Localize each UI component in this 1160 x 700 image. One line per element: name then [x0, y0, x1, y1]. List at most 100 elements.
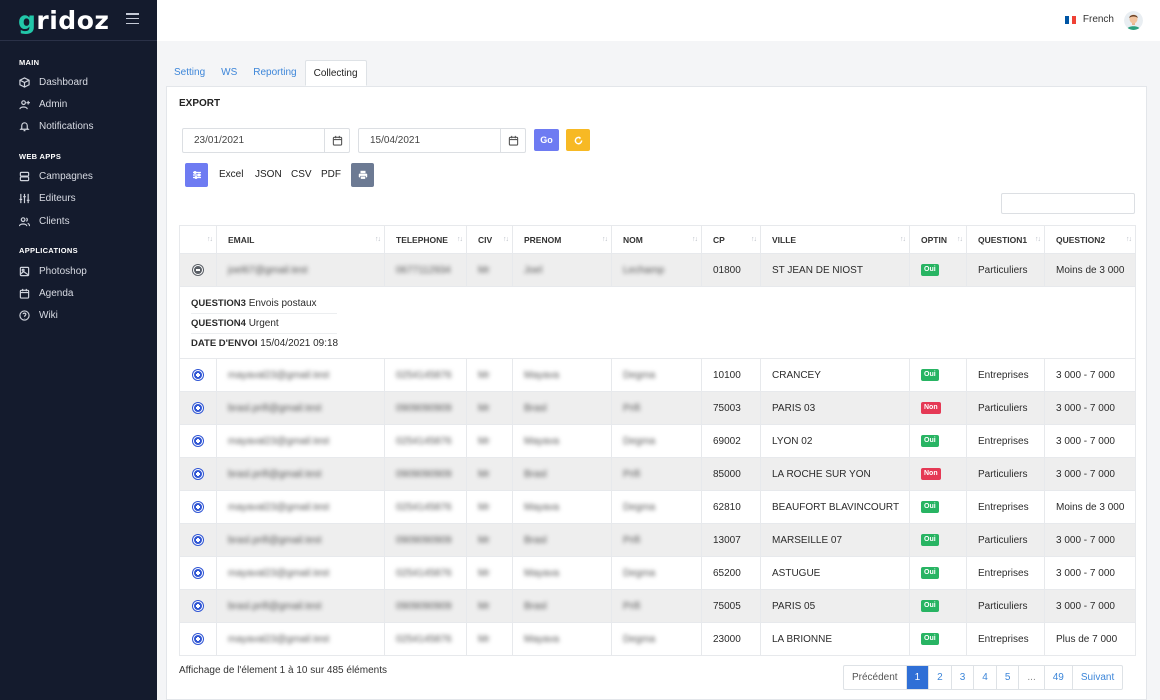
detail-line: QUESTION4 Urgent	[191, 314, 337, 334]
cell-question2: 3 000 - 7 000	[1044, 457, 1136, 491]
cell-nom: Prifi	[611, 589, 702, 623]
printer-icon	[358, 170, 367, 180]
expand-row-icon[interactable]	[193, 369, 203, 380]
cell-email: mayaval23@gmail.test	[216, 424, 385, 458]
expand-row-icon[interactable]	[193, 534, 203, 545]
cell-email: joel67@gmail.test	[216, 253, 385, 287]
export-excel-button[interactable]: Excel	[219, 169, 243, 180]
sidebar-item-agenda[interactable]: Agenda	[19, 285, 73, 301]
date-to-calendar-button[interactable]	[500, 129, 525, 152]
cell-telephone: 0254145876	[384, 490, 467, 524]
pagination-page-2[interactable]: 2	[928, 666, 951, 689]
expand-row-icon[interactable]	[193, 633, 203, 644]
cell-question1: Entreprises	[966, 490, 1045, 524]
column-header-question2[interactable]: QUESTION2 ↑↓	[1044, 225, 1136, 254]
column-header-nom[interactable]: NOM ↑↓	[611, 225, 702, 254]
sort-icon: ↑↓	[751, 236, 757, 243]
expand-row-icon[interactable]	[193, 435, 203, 446]
app-logo[interactable]: gridoz	[18, 6, 109, 35]
column-header-civ[interactable]: CIV ↑↓	[466, 225, 513, 254]
help-circle-icon	[19, 309, 30, 321]
pagination-page-5[interactable]: 5	[995, 666, 1019, 689]
tab-setting[interactable]: Setting	[166, 60, 213, 86]
menu-toggle-icon[interactable]	[126, 13, 139, 25]
sidebar-item-notifications[interactable]: Notifications	[19, 118, 93, 134]
tab-collecting[interactable]: Collecting	[304, 60, 367, 86]
cell-ville: MARSEILLE 07	[760, 523, 910, 557]
table-search-input[interactable]	[1001, 193, 1135, 214]
refresh-button[interactable]	[566, 129, 590, 151]
table-row: mayaval23@gmail.test 0254145876 Mr Mayava De…	[179, 358, 1136, 392]
pagination-page-3[interactable]: 3	[950, 666, 974, 689]
date-from-calendar-button[interactable]	[324, 129, 349, 152]
row-control-cell	[179, 589, 217, 623]
cell-ville: LA BRIONNE	[760, 622, 910, 656]
pagination-previous[interactable]: Précédent	[844, 666, 906, 689]
cell-question2: Moins de 3 000	[1044, 490, 1136, 524]
expand-row-icon[interactable]	[193, 501, 203, 512]
date-from-group	[182, 128, 350, 153]
cell-prenom: Mayava	[512, 490, 612, 524]
pagination-page-4[interactable]: 4	[973, 666, 996, 689]
sidebar-item-clients[interactable]: Clients	[19, 213, 70, 229]
cell-question2: 3 000 - 7 000	[1044, 391, 1136, 425]
cell-question2: 3 000 - 7 000	[1044, 424, 1136, 458]
go-button[interactable]: Go	[534, 129, 559, 151]
sidebar-item-admin[interactable]: Admin	[19, 96, 67, 112]
cell-question2: 3 000 - 7 000	[1044, 556, 1136, 590]
row-control-cell	[179, 622, 217, 656]
column-header-telephone[interactable]: TELEPHONE ↑↓	[384, 225, 467, 254]
cell-question2: Plus de 7 000	[1044, 622, 1136, 656]
optin-badge: Oui	[921, 435, 939, 447]
sidebar-item-photoshop[interactable]: Photoshop	[19, 263, 87, 279]
sidebar-item-campagnes[interactable]: Campagnes	[19, 168, 93, 184]
print-button[interactable]	[351, 163, 374, 187]
sidebar-item-wiki[interactable]: Wiki	[19, 307, 58, 323]
pagination-page-1[interactable]: 1	[905, 666, 929, 689]
optin-badge: Oui	[921, 534, 939, 546]
cell-civ: Mr	[466, 253, 513, 287]
cell-cp: 85000	[701, 457, 761, 491]
cell-telephone: 0254145876	[384, 424, 467, 458]
cell-optin: Non	[909, 391, 967, 425]
pagination-next[interactable]: Suivant	[1071, 666, 1122, 689]
column-header-control[interactable]: ↑↓	[179, 225, 217, 254]
expand-row-icon[interactable]	[193, 468, 203, 479]
cell-civ: Mr	[466, 622, 513, 656]
pagination-page-49[interactable]: 49	[1043, 666, 1072, 689]
column-header-ville[interactable]: VILLE ↑↓	[760, 225, 910, 254]
column-header-optin[interactable]: OPTIN ↑↓	[909, 225, 967, 254]
sort-icon: ↑↓	[692, 236, 698, 243]
cell-prenom: Brasl	[512, 457, 612, 491]
export-pdf-button[interactable]: PDF	[321, 169, 341, 180]
expand-row-icon[interactable]	[193, 567, 203, 578]
column-header-cp[interactable]: CP ↑↓	[701, 225, 761, 254]
cell-email: mayaval23@gmail.test	[216, 556, 385, 590]
user-avatar[interactable]	[1124, 11, 1143, 30]
export-csv-button[interactable]: CSV	[291, 169, 312, 180]
language-selector[interactable]: French	[1064, 14, 1114, 25]
date-from-input[interactable]	[183, 129, 324, 152]
tab-ws[interactable]: WS	[213, 60, 245, 86]
cell-cp: 13007	[701, 523, 761, 557]
collapse-row-icon[interactable]	[193, 264, 203, 275]
export-json-button[interactable]: JSON	[255, 169, 282, 180]
cell-prenom: Mayava	[512, 424, 612, 458]
table-row: brasl.prifi@gmail.test 0909090909 Mr Brasl P…	[179, 589, 1136, 623]
cell-cp: 62810	[701, 490, 761, 524]
sidebar-item-editeurs[interactable]: Editeurs	[19, 190, 76, 206]
expand-row-icon[interactable]	[193, 600, 203, 611]
column-header-email[interactable]: EMAIL ↑↓	[216, 225, 385, 254]
column-header-question1[interactable]: QUESTION1 ↑↓	[966, 225, 1045, 254]
sidebar-section-applications: APPLICATIONS	[19, 246, 78, 255]
tab-reporting[interactable]: Reporting	[245, 60, 304, 86]
sidebar-item-dashboard[interactable]: Dashboard	[19, 74, 88, 90]
column-visibility-button[interactable]	[185, 163, 208, 187]
column-header-prenom[interactable]: PRENOM ↑↓	[512, 225, 612, 254]
table-row: mayaval23@gmail.test 0254145876 Mr Mayava De…	[179, 424, 1136, 458]
date-to-input[interactable]	[359, 129, 500, 152]
row-control-cell	[179, 556, 217, 590]
table-row: mayaval23@gmail.test 0254145876 Mr Mayava De…	[179, 622, 1136, 656]
expand-row-icon[interactable]	[193, 402, 203, 413]
cell-email: brasl.prifi@gmail.test	[216, 457, 385, 491]
